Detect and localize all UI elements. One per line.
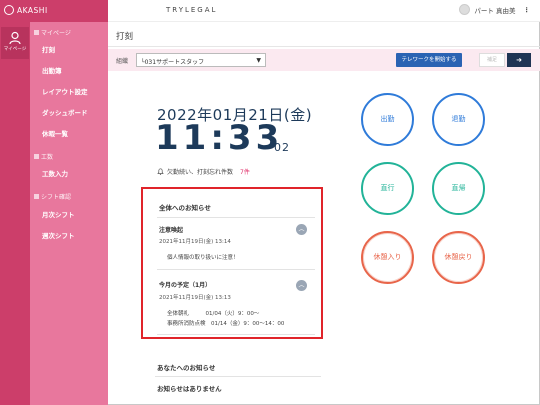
sidebar: マイページ 打刻 出勤簿 レイアウト設定 ダッシュボード 休暇一覧 工数 工数入…: [30, 22, 108, 405]
brand-name: AKASHI: [17, 5, 48, 15]
sidebar-section-mypage: マイページ: [34, 28, 71, 37]
current-seconds: 02: [274, 141, 290, 154]
kebab-icon[interactable]: ⋮: [524, 6, 531, 14]
direct-return-button[interactable]: 直帰: [432, 162, 485, 215]
notice-body: 個人情報の取り扱いに注意！: [167, 255, 239, 261]
break-end-button[interactable]: 休憩戻り: [432, 231, 485, 284]
direct-go-button[interactable]: 直行: [361, 162, 414, 215]
break-start-button[interactable]: 休憩入り: [361, 231, 414, 284]
sidebar-item-monthly-shift[interactable]: 月次シフト: [42, 209, 75, 219]
rail-item-label: マイページ: [3, 47, 27, 52]
sidebar-item-weekly-shift[interactable]: 週次シフト: [42, 230, 75, 240]
notice-title: 今月の予定（1月）: [159, 282, 212, 289]
section-icon: [34, 194, 39, 199]
notices-heading: 全体へのお知らせ: [159, 204, 211, 212]
notice-date: 2021年11月19日(金) 13:13: [159, 295, 231, 301]
chevron-up-icon[interactable]: ︿: [296, 280, 307, 291]
my-notices-empty: お知らせはありません: [157, 385, 222, 393]
clock-in-button[interactable]: 出勤: [361, 93, 414, 146]
section-title: 工数: [41, 154, 54, 161]
sidebar-item-punch[interactable]: 打刻: [42, 44, 55, 54]
divider: [157, 334, 315, 335]
global-notices-panel: 全体へのお知らせ 注意喚起 ︿ 2021年11月19日(金) 13:14 個人情…: [141, 187, 323, 339]
alert-count[interactable]: 7件: [240, 167, 250, 176]
org-label: 組織: [116, 58, 129, 65]
notice-body: 全体朝礼 01/04（火）9：00～: [167, 311, 260, 317]
person-icon: [9, 31, 21, 45]
alert-label: 欠勤続い、打刻忘れ件数: [167, 169, 234, 176]
login-arrow-icon[interactable]: ➜: [507, 53, 531, 67]
divider: [155, 376, 321, 377]
section-title: シフト確認: [41, 194, 72, 201]
org-select-value: └031サポートスタッフ: [141, 59, 205, 66]
start-telework-button[interactable]: テレワークを開始する: [396, 53, 462, 67]
clock-out-button[interactable]: 退勤: [432, 93, 485, 146]
brand-bar: AKASHI: [0, 0, 108, 22]
notice-title: 注意喚起: [159, 227, 184, 234]
notice-date: 2021年11月19日(金) 13:14: [159, 239, 231, 245]
divider: [157, 269, 315, 270]
bell-icon: [157, 168, 164, 175]
divider: [108, 46, 540, 47]
sidebar-section-shift: シフト確認: [34, 192, 71, 201]
user-name: パート 真由美: [474, 6, 516, 15]
icon-rail: マイページ: [0, 22, 30, 405]
my-notices-heading: あなたへのお知らせ: [157, 364, 216, 372]
product-name: TRYLEGAL: [166, 6, 218, 14]
rail-item-mypage[interactable]: マイページ: [1, 27, 29, 59]
avatar: [459, 4, 471, 15]
org-select[interactable]: └031サポートスタッフ ▼: [136, 53, 266, 67]
chevron-up-icon[interactable]: ︿: [296, 224, 307, 235]
notice-body: 事務所消防点検 01/14（金）9：00～14：00: [167, 321, 285, 327]
caret-down-icon: ▼: [256, 57, 261, 64]
user-menu[interactable]: パート 真由美 ⋮: [459, 4, 530, 15]
alert-row[interactable]: 欠勤続い、打刻忘れ件数 7件: [157, 167, 250, 176]
sidebar-item-layout[interactable]: レイアウト設定: [42, 86, 88, 96]
brand-logo[interactable]: AKASHI: [4, 5, 48, 15]
toolbar: 組織 └031サポートスタッフ ▼ テレワークを開始する 補足 ➜: [108, 49, 540, 71]
section-icon: [34, 154, 39, 159]
sidebar-item-attendance[interactable]: 出勤簿: [42, 65, 62, 75]
page-title: 打刻: [116, 32, 134, 42]
divider: [157, 217, 315, 218]
sidebar-item-leave-list[interactable]: 休暇一覧: [42, 128, 68, 138]
sidebar-item-dashboard[interactable]: ダッシュボード: [42, 107, 88, 117]
section-title: マイページ: [41, 30, 71, 37]
current-time: 11:33: [155, 118, 284, 158]
brand-mark-icon: [4, 5, 14, 15]
sidebar-item-manhour-input[interactable]: 工数入力: [42, 168, 68, 178]
top-header: TRYLEGAL パート 真由美 ⋮: [108, 0, 540, 22]
section-icon: [34, 30, 39, 35]
supplement-button[interactable]: 補足: [479, 53, 505, 67]
sidebar-section-manhour: 工数: [34, 152, 53, 161]
